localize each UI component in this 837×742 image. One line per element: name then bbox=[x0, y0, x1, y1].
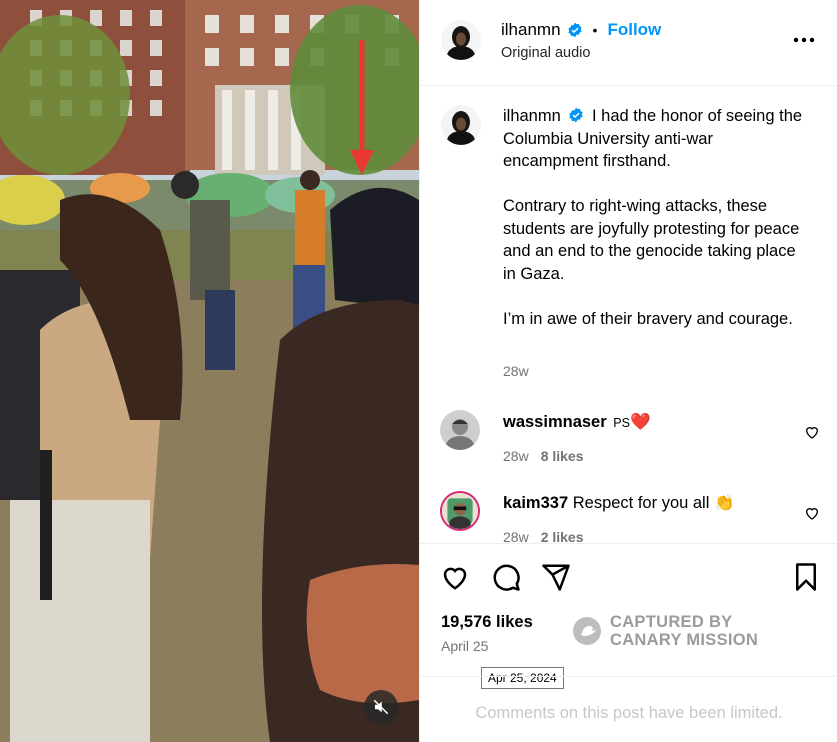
mute-button[interactable] bbox=[364, 690, 398, 724]
comment-emoji: 👏 bbox=[713, 494, 735, 512]
heart-icon[interactable] bbox=[804, 505, 820, 521]
likes-count[interactable]: 19,576 likes bbox=[441, 613, 533, 632]
caption-text: ilhanmn I had the honor of seeing the Co… bbox=[503, 105, 803, 330]
share-icon[interactable] bbox=[541, 562, 571, 592]
mute-icon bbox=[373, 699, 389, 715]
video-frame bbox=[0, 0, 419, 742]
comment-text: Respect for you all bbox=[572, 494, 710, 512]
comments-limited-notice: Comments on this post have been limited. bbox=[420, 676, 837, 742]
comment-item: wassimnaser PS❤️ 28w 8 likes bbox=[420, 410, 837, 480]
caption-timestamp[interactable]: 28w bbox=[503, 363, 529, 379]
heart-icon[interactable] bbox=[804, 424, 820, 440]
separator-dot: • bbox=[592, 22, 598, 38]
heart-icon[interactable] bbox=[440, 562, 470, 592]
post-video[interactable] bbox=[0, 0, 419, 742]
post-header: ilhanmn • Follow Original audio bbox=[420, 0, 837, 86]
verified-badge-icon bbox=[569, 107, 583, 123]
comment-timestamp[interactable]: 28w bbox=[503, 529, 529, 542]
commenter-username[interactable]: kaim337 bbox=[503, 494, 568, 512]
comments-limited-text: Comments on this post have been limited. bbox=[475, 704, 783, 722]
author-avatar[interactable] bbox=[441, 20, 481, 60]
post-date[interactable]: April 25 bbox=[441, 638, 488, 654]
comments-scroll-area[interactable]: ilhanmn I had the honor of seeing the Co… bbox=[420, 87, 837, 542]
canary-logo-icon bbox=[573, 617, 601, 645]
post-actions: 19,576 likes April 25 CAPTURED BY CANARY… bbox=[420, 543, 837, 693]
follow-button[interactable]: Follow bbox=[607, 20, 661, 40]
watermark-line-1: CAPTURED BY bbox=[610, 613, 733, 631]
audio-label[interactable]: Original audio bbox=[501, 45, 590, 61]
comment-likes[interactable]: 2 likes bbox=[541, 529, 584, 542]
comment-timestamp[interactable]: 28w bbox=[503, 448, 529, 464]
commenter-username[interactable]: wassimnaser bbox=[503, 413, 607, 431]
comment-emoji: ❤️ bbox=[629, 413, 651, 431]
verified-badge-icon bbox=[567, 22, 582, 38]
watermark-line-2: CANARY MISSION bbox=[610, 631, 759, 649]
post-panel: ilhanmn • Follow Original audio ilhanmn … bbox=[419, 0, 837, 742]
comment-likes[interactable]: 8 likes bbox=[541, 448, 584, 464]
comment-item: kaim337 Respect for you all 👏 28w 2 likes bbox=[420, 491, 837, 542]
more-options-icon[interactable] bbox=[792, 30, 816, 50]
commenter-avatar[interactable] bbox=[440, 410, 480, 450]
canary-mission-watermark: CAPTURED BY CANARY MISSION bbox=[572, 613, 758, 649]
commenter-avatar[interactable] bbox=[440, 491, 480, 531]
comment-text: PS bbox=[613, 416, 630, 430]
caption-username[interactable]: ilhanmn bbox=[503, 107, 561, 125]
author-username[interactable]: ilhanmn bbox=[501, 20, 561, 40]
bookmark-icon[interactable] bbox=[791, 562, 821, 592]
comment-icon[interactable] bbox=[491, 562, 521, 592]
caption-paragraph: Contrary to right-wing attacks, these st… bbox=[503, 197, 800, 283]
caption-paragraph: I’m in awe of their bravery and courage. bbox=[503, 309, 793, 328]
caption-author-avatar[interactable] bbox=[441, 105, 481, 145]
